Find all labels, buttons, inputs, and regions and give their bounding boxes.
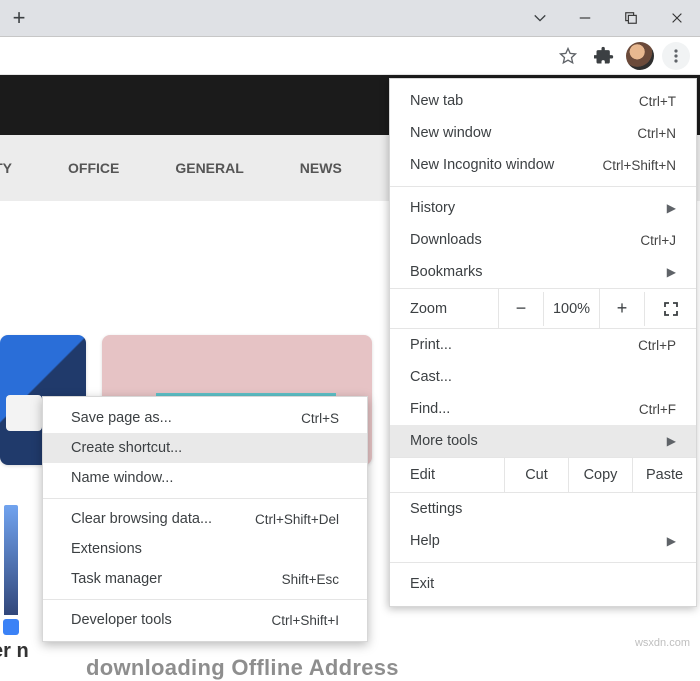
menu-item-new-window[interactable]: New windowCtrl+N xyxy=(390,117,696,149)
chevron-right-icon: ▶ xyxy=(667,265,676,279)
submenu-item-save-page[interactable]: Save page as...Ctrl+S xyxy=(43,403,367,433)
menu-item-history[interactable]: History▶ xyxy=(390,192,696,224)
fullscreen-icon xyxy=(663,301,679,317)
menu-item-cast[interactable]: Cast... xyxy=(390,361,696,393)
thumbnail xyxy=(0,615,22,639)
submenu-item-name-window[interactable]: Name window... xyxy=(43,463,367,493)
bookmark-star-button[interactable] xyxy=(554,42,582,70)
menu-item-find[interactable]: Find...Ctrl+F xyxy=(390,393,696,425)
more-tools-submenu: Save page as...Ctrl+S Create shortcut...… xyxy=(42,396,368,642)
puzzle-icon xyxy=(594,46,614,66)
menu-separator xyxy=(390,562,696,563)
menu-edit-row: Edit Cut Copy Paste xyxy=(390,457,696,493)
submenu-item-extensions[interactable]: Extensions xyxy=(43,534,367,564)
close-icon xyxy=(670,11,684,25)
tab-dropdown-button[interactable] xyxy=(518,0,562,37)
nav-item[interactable]: OFFICE xyxy=(68,160,119,176)
star-icon xyxy=(558,46,578,66)
menu-separator xyxy=(43,498,367,499)
minimize-icon xyxy=(578,11,592,25)
chrome-menu-button[interactable] xyxy=(662,42,690,70)
menu-item-more-tools[interactable]: More tools▶ xyxy=(390,425,696,457)
corner-watermark: wsxdn.com xyxy=(635,637,690,649)
menu-item-new-incognito[interactable]: New Incognito windowCtrl+Shift+N xyxy=(390,149,696,181)
menu-item-settings[interactable]: Settings xyxy=(390,493,696,525)
nav-item[interactable]: NEWS xyxy=(300,160,342,176)
menu-item-downloads[interactable]: DownloadsCtrl+J xyxy=(390,224,696,256)
menu-item-exit[interactable]: Exit xyxy=(390,568,696,600)
menu-separator xyxy=(390,186,696,187)
chevron-right-icon: ▶ xyxy=(667,201,676,215)
menu-item-new-tab[interactable]: New tabCtrl+T xyxy=(390,85,696,117)
chevron-right-icon: ▶ xyxy=(667,434,676,448)
submenu-item-clear-data[interactable]: Clear browsing data...Ctrl+Shift+Del xyxy=(43,504,367,534)
edit-label: Edit xyxy=(390,458,504,492)
extensions-button[interactable] xyxy=(590,42,618,70)
menu-item-print[interactable]: Print...Ctrl+P xyxy=(390,329,696,361)
copy-button[interactable]: Copy xyxy=(568,458,632,492)
chrome-main-menu: New tabCtrl+T New windowCtrl+N New Incog… xyxy=(389,78,697,607)
paste-button[interactable]: Paste xyxy=(632,458,696,492)
minimize-button[interactable] xyxy=(562,0,608,37)
thumbnail xyxy=(4,505,18,625)
window-titlebar: + xyxy=(0,0,700,37)
nav-item[interactable]: URITY xyxy=(0,160,12,176)
chevron-down-icon xyxy=(533,11,547,25)
nav-item[interactable]: GENERAL xyxy=(175,160,243,176)
close-button[interactable] xyxy=(654,0,700,37)
kebab-icon xyxy=(668,48,684,64)
browser-toolbar xyxy=(0,37,700,75)
maximize-icon xyxy=(624,11,638,25)
menu-separator xyxy=(43,599,367,600)
submenu-item-dev-tools[interactable]: Developer toolsCtrl+Shift+I xyxy=(43,605,367,635)
submenu-item-create-shortcut[interactable]: Create shortcut... xyxy=(43,433,367,463)
zoom-level: 100% xyxy=(543,292,599,326)
new-tab-button[interactable]: + xyxy=(6,5,32,31)
chevron-right-icon: ▶ xyxy=(667,534,676,548)
zoom-label: Zoom xyxy=(390,292,498,326)
maximize-button[interactable] xyxy=(608,0,654,37)
cut-button[interactable]: Cut xyxy=(504,458,568,492)
submenu-item-task-manager[interactable]: Task managerShift+Esc xyxy=(43,564,367,594)
profile-avatar[interactable] xyxy=(626,42,654,70)
article-title: downloading Offline Address xyxy=(86,655,399,681)
partial-text: er n xyxy=(0,640,29,663)
zoom-out-button[interactable]: − xyxy=(498,289,543,328)
menu-item-bookmarks[interactable]: Bookmarks▶ xyxy=(390,256,696,288)
menu-zoom-row: Zoom − 100% + xyxy=(390,288,696,329)
zoom-in-button[interactable]: + xyxy=(599,289,644,328)
menu-item-help[interactable]: Help▶ xyxy=(390,525,696,557)
fullscreen-button[interactable] xyxy=(644,292,696,326)
